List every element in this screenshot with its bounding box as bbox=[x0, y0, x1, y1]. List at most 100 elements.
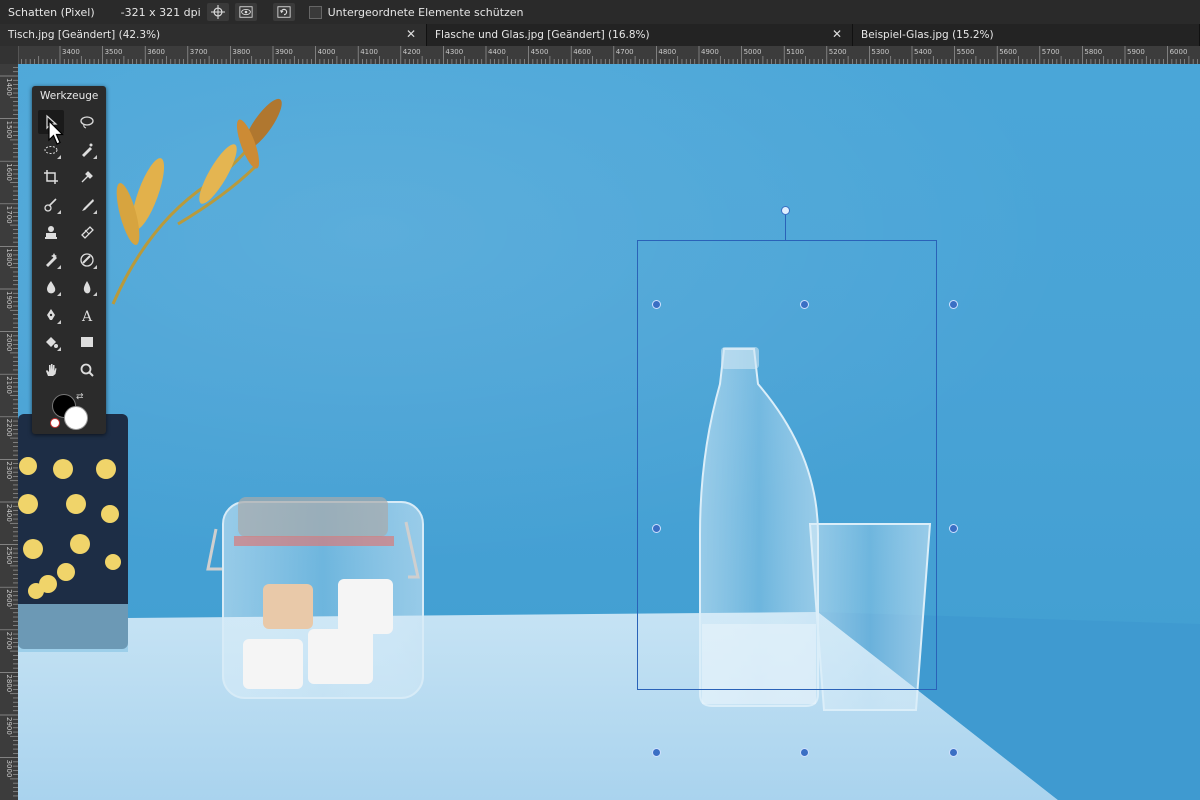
tool-pen[interactable] bbox=[38, 303, 64, 327]
color-swatches[interactable]: ⇄ bbox=[50, 390, 90, 430]
tool-lasso[interactable] bbox=[74, 110, 100, 134]
resize-handle-left[interactable] bbox=[652, 524, 661, 533]
ruler-tick-label: 4600 bbox=[573, 48, 591, 56]
resize-handle-right[interactable] bbox=[949, 524, 958, 533]
tool-blur[interactable] bbox=[74, 275, 100, 299]
ruler-tick-label: 4200 bbox=[403, 48, 421, 56]
tool-paint-brush[interactable] bbox=[38, 193, 64, 217]
ruler-tick-label: 4100 bbox=[360, 48, 378, 56]
ruler-tick-label: 6000 bbox=[1170, 48, 1188, 56]
tab-beispiel-glas[interactable]: Beispiel-Glas.jpg (15.2%) bbox=[853, 24, 1200, 46]
rotation-handle[interactable] bbox=[781, 206, 790, 215]
tools-panel-title: Werkzeuge bbox=[40, 90, 99, 102]
ruler-tick-label: 5200 bbox=[829, 48, 847, 56]
flower-vase bbox=[18, 414, 128, 652]
secondary-color-swatch[interactable] bbox=[64, 406, 88, 430]
tool-zoom[interactable] bbox=[74, 358, 100, 382]
tool-dodge[interactable] bbox=[38, 275, 64, 299]
ruler-corner[interactable] bbox=[0, 46, 18, 64]
tool-flood-select[interactable] bbox=[74, 138, 100, 162]
crosshair-icon bbox=[210, 5, 225, 19]
reset-transform-button[interactable] bbox=[272, 3, 295, 21]
no-color-icon[interactable] bbox=[50, 418, 60, 428]
close-icon[interactable]: ✕ bbox=[832, 27, 842, 41]
flyout-indicator-icon bbox=[57, 209, 61, 214]
ruler-tick-label: 4800 bbox=[658, 48, 676, 56]
zoom-icon bbox=[80, 363, 94, 377]
ruler-tick-label: 4500 bbox=[531, 48, 549, 56]
tool-clone-stamp[interactable] bbox=[38, 220, 64, 244]
ruler-tick-label: 4300 bbox=[445, 48, 463, 56]
ruler-tick-label: 2600 bbox=[5, 589, 13, 607]
rotate-reset-icon bbox=[277, 6, 291, 18]
resize-handle-bottom-right[interactable] bbox=[949, 748, 958, 757]
tool-retouch[interactable] bbox=[38, 248, 64, 272]
ruler-tick-label: 4400 bbox=[488, 48, 506, 56]
resize-handle-top-left[interactable] bbox=[652, 300, 661, 309]
sugar-jar bbox=[206, 497, 424, 699]
ruler-tick-label: 4700 bbox=[616, 48, 634, 56]
close-icon[interactable]: ✕ bbox=[406, 27, 416, 41]
protect-children-checkbox[interactable] bbox=[308, 5, 322, 19]
selection-bounding-box[interactable] bbox=[637, 240, 937, 690]
ruler-tick-label: 5600 bbox=[999, 48, 1017, 56]
transform-origin-button[interactable] bbox=[206, 3, 229, 21]
svg-text:A: A bbox=[81, 309, 93, 323]
plant-leaves bbox=[116, 98, 282, 245]
ruler-tick-label: 2300 bbox=[5, 461, 13, 479]
ruler-tick-label: 3700 bbox=[190, 48, 208, 56]
ruler-tick-label: 5900 bbox=[1127, 48, 1145, 56]
ruler-tick-label: 1500 bbox=[5, 121, 13, 139]
crop-icon bbox=[44, 170, 58, 184]
flyout-indicator-icon bbox=[57, 264, 61, 269]
horizontal-ruler[interactable]: 3400 3500 3600 3700 3800 3900 4000 4100 4200 4300… bbox=[18, 46, 1200, 65]
flyout-indicator-icon bbox=[93, 154, 97, 159]
resize-handle-top[interactable] bbox=[800, 300, 809, 309]
protect-children-label: Untergeordnete Elemente schützen bbox=[327, 5, 524, 19]
resize-handle-bottom[interactable] bbox=[800, 748, 809, 757]
ruler-tick-label: 1900 bbox=[5, 291, 13, 309]
flyout-indicator-icon bbox=[57, 154, 61, 159]
healing-icon bbox=[81, 226, 94, 239]
mouse-cursor-icon bbox=[48, 120, 64, 145]
flyout-indicator-icon bbox=[93, 264, 97, 269]
document-canvas[interactable] bbox=[18, 64, 1200, 800]
ruler-tick-label: 5800 bbox=[1084, 48, 1102, 56]
tool-pixel-brush[interactable] bbox=[74, 193, 100, 217]
ruler-tick-label: 3600 bbox=[147, 48, 165, 56]
ruler-tick-label: 2000 bbox=[5, 334, 13, 352]
dpi-readout: -321 x 321 dpi bbox=[120, 5, 201, 19]
ruler-tick-label: 1800 bbox=[5, 248, 13, 266]
ruler-tick-label: 2500 bbox=[5, 547, 13, 565]
layer-type-label: Schatten (Pixel) bbox=[8, 5, 95, 19]
tab-tisch[interactable]: Tisch.jpg [Geändert] (42.3%) ✕ bbox=[0, 24, 427, 46]
ruler-tick-label: 2800 bbox=[5, 674, 13, 692]
text-icon: A bbox=[81, 309, 93, 323]
tool-healing[interactable] bbox=[74, 220, 100, 244]
swap-colors-icon[interactable]: ⇄ bbox=[76, 392, 84, 402]
ruler-tick-label: 5100 bbox=[786, 48, 804, 56]
preview-button[interactable] bbox=[234, 3, 257, 21]
resize-handle-bottom-left[interactable] bbox=[652, 748, 661, 757]
tool-text[interactable]: A bbox=[74, 303, 100, 327]
tool-hand[interactable] bbox=[38, 358, 64, 382]
tool-rectangle[interactable] bbox=[74, 330, 100, 354]
flyout-indicator-icon bbox=[57, 347, 61, 351]
tab-title: Tisch.jpg [Geändert] (42.3%) bbox=[8, 29, 161, 41]
lasso-icon bbox=[80, 116, 94, 129]
tab-flasche-und-glas[interactable]: Flasche und Glas.jpg [Geändert] (16.8%) … bbox=[427, 24, 853, 46]
vertical-ruler[interactable]: 1400 1500 1600 1700 1800 1900 2000 2100 2200 2300… bbox=[0, 46, 19, 800]
eye-icon bbox=[239, 6, 253, 18]
flyout-indicator-icon bbox=[57, 292, 61, 296]
resize-handle-top-right[interactable] bbox=[949, 300, 958, 309]
flyout-indicator-icon bbox=[93, 292, 97, 296]
ruler-tick-label: 1600 bbox=[5, 163, 13, 181]
tool-eraser[interactable] bbox=[74, 248, 100, 272]
ruler-tick-label: 2700 bbox=[5, 632, 13, 650]
tool-eyedropper[interactable] bbox=[74, 165, 100, 189]
rectangle-icon bbox=[81, 337, 93, 347]
tool-crop[interactable] bbox=[38, 165, 64, 189]
ruler-tick-label: 5300 bbox=[871, 48, 889, 56]
tools-panel: Werkzeuge A ⇄ bbox=[32, 86, 106, 434]
tool-fill[interactable] bbox=[38, 330, 64, 354]
